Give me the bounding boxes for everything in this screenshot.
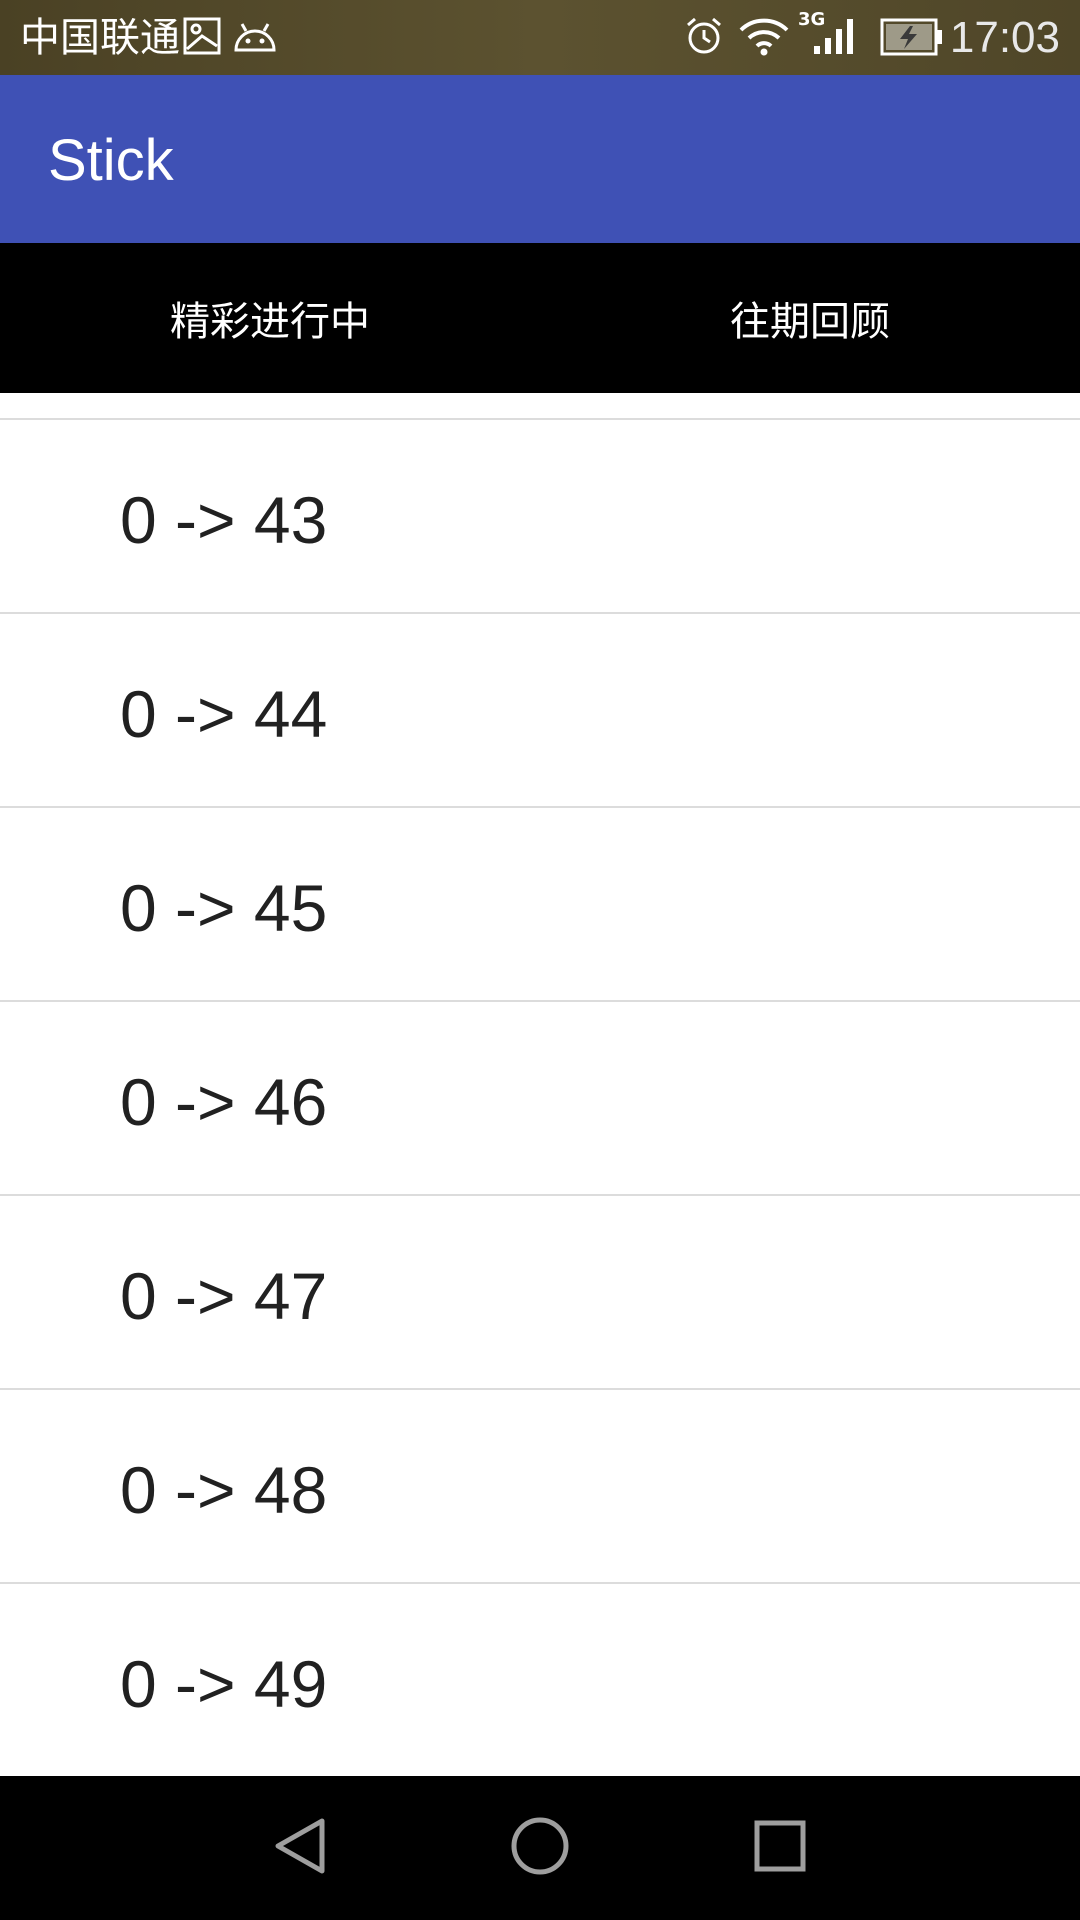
list-item[interactable]: 0 -> 47	[0, 1196, 1080, 1390]
item-list[interactable]: 0 -> 43 0 -> 44 0 -> 45 0 -> 46 0 -> 47 …	[0, 393, 1080, 1776]
list-item-label: 0 -> 49	[120, 1647, 328, 1721]
clock: 17:03	[949, 13, 1060, 62]
recents-button[interactable]	[730, 1798, 830, 1898]
list-item[interactable]: 0 -> 43	[0, 420, 1080, 614]
status-bar: 中国联通 3G 17:03	[0, 0, 1080, 75]
tab-bar: 精彩进行中 往期回顾	[0, 243, 1080, 393]
list-item-label: 0 -> 44	[120, 677, 328, 751]
back-icon	[272, 1816, 328, 1880]
list-item[interactable]: 0 -> 44	[0, 614, 1080, 808]
image-icon	[182, 16, 222, 60]
screen: 中国联通 3G 17:03 Stick 精彩进行中 往期回顾 0 -> 43 0…	[0, 0, 1080, 1920]
list-item[interactable]: 0 -> 45	[0, 808, 1080, 1002]
list-item[interactable]: 0 -> 48	[0, 1390, 1080, 1584]
list-item[interactable]: 0 -> 49	[0, 1584, 1080, 1776]
home-button[interactable]	[490, 1798, 590, 1898]
list-item-label: 0 -> 48	[120, 1453, 328, 1527]
recents-icon	[752, 1818, 808, 1878]
tab-past-review[interactable]: 往期回顾	[540, 243, 1080, 393]
app-bar: Stick	[0, 75, 1080, 243]
list-item-label: 0 -> 43	[120, 483, 328, 557]
tab-past-review-label: 往期回顾	[730, 299, 890, 345]
signal-icon	[812, 16, 858, 60]
home-icon	[509, 1815, 571, 1881]
battery-charging-icon	[880, 18, 944, 60]
list-item[interactable]: 0 -> 46	[0, 1002, 1080, 1196]
back-button[interactable]	[250, 1798, 350, 1898]
list-item-label: 0 -> 45	[120, 871, 328, 945]
tab-ongoing[interactable]: 精彩进行中	[0, 243, 540, 393]
list-item-label: 0 -> 46	[120, 1065, 328, 1139]
android-icon	[232, 20, 278, 58]
tab-ongoing-label: 精彩进行中	[170, 299, 370, 345]
app-title: Stick	[48, 128, 174, 193]
wifi-icon	[738, 16, 790, 60]
navigation-bar	[0, 1776, 1080, 1920]
alarm-icon	[684, 16, 724, 60]
carrier-label: 中国联通	[20, 15, 180, 61]
list-item-label: 0 -> 47	[120, 1259, 328, 1333]
